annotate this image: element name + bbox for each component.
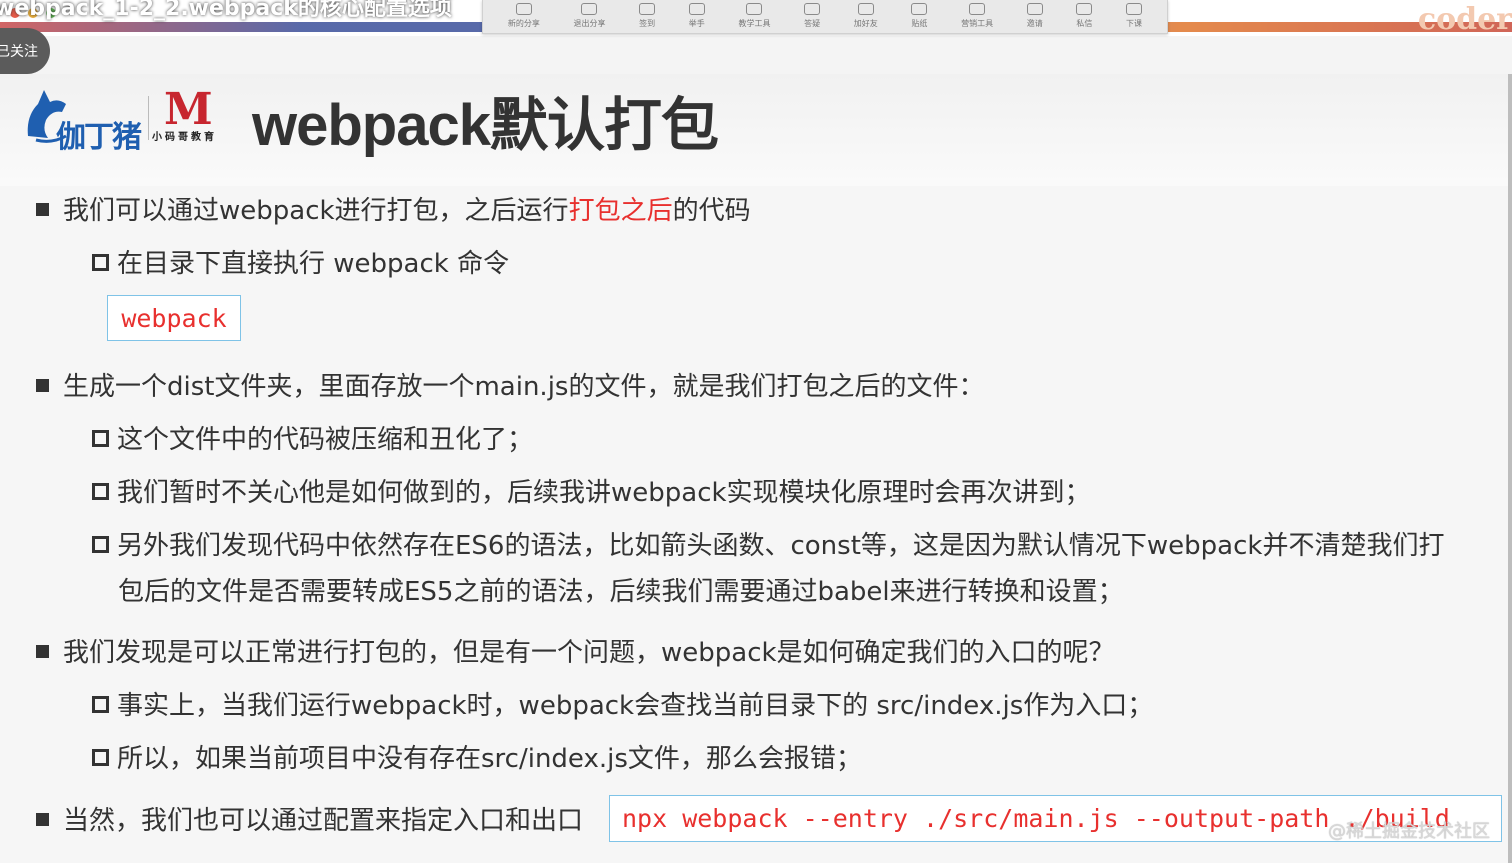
toolbar-item-label: 教学工具	[738, 19, 771, 28]
toolbar-item-label: 贴纸	[911, 19, 928, 28]
bullet-square-icon	[36, 203, 49, 216]
bullet-2: 生成一个dist文件夹，里面存放一个main.js的文件，就是我们打包之后的文件…	[36, 366, 984, 403]
toolbar-item-11[interactable]: 下课	[1126, 3, 1143, 33]
share-screen-icon	[515, 3, 532, 15]
end-class-icon	[1126, 3, 1143, 15]
toolbar-item-label: 退出分享	[573, 19, 606, 28]
toolbar-item-8[interactable]: 营销工具	[961, 3, 993, 33]
bullet-2-sub-1-text: 这个文件中的代码被压缩和丑化了；	[117, 425, 534, 455]
bullet-2-sub-1: 这个文件中的代码被压缩和丑化了；	[92, 419, 533, 456]
bullet-1-sub-1: 在目录下直接执行 webpack 命令	[92, 243, 509, 280]
bullet-3: 我们发现是可以正常进行打包的，但是有一个问题，webpack是如何确定我们的入口…	[36, 632, 1115, 669]
bullet-4-text: 当然，我们也可以通过配置来指定入口和出口	[63, 806, 584, 836]
teaching-tools-icon	[746, 3, 763, 15]
toolbar-item-1[interactable]: 退出分享	[573, 3, 605, 33]
bullet-2-sub-2: 我们暂时不关心他是如何做到的，后续我讲webpack实现模块化原理时会再次讲到；	[92, 472, 1091, 509]
invite-icon	[1026, 3, 1043, 15]
slide-title: webpack默认打包	[252, 93, 719, 158]
checkin-icon	[639, 3, 656, 15]
toolbar-item-3[interactable]: 举手	[688, 3, 705, 33]
toolbar-item-2[interactable]: 签到	[639, 3, 656, 33]
bullet-3-sub-2-text: 所以，如果当前项目中没有存在src/index.js文件，那么会报错；	[117, 744, 862, 774]
toolbar-item-label: 签到	[639, 19, 656, 28]
toolbar-item-7[interactable]: 贴纸	[911, 3, 928, 33]
bullet-2-sub-2-text: 我们暂时不关心他是如何做到的，后续我讲webpack实现模块化原理时会再次讲到；	[117, 478, 1091, 508]
toolbar-item-0[interactable]: 新的分享	[508, 3, 540, 33]
wolf-logo: 伽丁猪	[22, 86, 142, 155]
bullet-2-sub-3: 另外我们发现代码中依然存在ES6的语法，比如箭头函数、const等，这是因为默认…	[92, 525, 1444, 562]
bullet-4: 当然，我们也可以通过配置来指定入口和出口	[36, 800, 583, 837]
bullet-2-text: 生成一个dist文件夹，里面存放一个main.js的文件，就是我们打包之后的文件…	[63, 372, 985, 402]
bullet-square-icon	[36, 813, 49, 826]
bullet-1-text: 我们可以通过webpack进行打包，之后运行	[63, 196, 569, 226]
slide-header: 伽丁猪 M 小码哥教育 webpack默认打包	[0, 74, 1512, 186]
hollow-square-icon	[92, 749, 109, 766]
add-friend-icon	[857, 3, 874, 15]
bullet-3-sub-1-text: 事实上，当我们运行webpack时，webpack会查找当前目录下的 src/i…	[117, 691, 1154, 721]
stop-share-icon	[581, 3, 598, 15]
hollow-square-icon	[92, 254, 109, 271]
brand-watermark: coder	[1417, 2, 1512, 37]
juejin-watermark: @稀土掘金技术社区	[1328, 821, 1490, 842]
toolbar-item-6[interactable]: 加好友	[854, 3, 878, 33]
bullet-2-sub-3-line-2: 包后的文件是否需要转成ES5之前的语法，后续我们需要通过babel来进行转换和设…	[118, 577, 1124, 607]
bullet-3-sub-2: 所以，如果当前项目中没有存在src/index.js文件，那么会报错；	[92, 738, 862, 775]
toolbar-item-label: 新的分享	[507, 19, 540, 28]
toolbar-item-5[interactable]: 答疑	[804, 3, 821, 33]
bullet-3-text: 我们发现是可以正常进行打包的，但是有一个问题，webpack是如何确定我们的入口…	[63, 638, 1115, 668]
code-cli-text: npx webpack --entry ./src/main.js --outp…	[622, 804, 1450, 833]
bullet-1-highlight: 打包之后	[568, 196, 673, 226]
message-icon	[1076, 3, 1093, 15]
raise-hand-icon	[688, 3, 705, 15]
bullet-square-icon	[36, 645, 49, 658]
bullet-2-sub-3-line-1: 另外我们发现代码中依然存在ES6的语法，比如箭头函数、const等，这是因为默认…	[117, 531, 1445, 561]
video-title: webpack_1-2_2.webpack的核心配置选项	[0, 0, 452, 21]
follow-button[interactable]: 已关注	[0, 28, 50, 74]
xiaomage-logo: M 小码哥教育	[152, 84, 230, 144]
logo-divider	[148, 96, 149, 140]
toolbar-item-label: 答疑	[804, 19, 821, 28]
bullet-1-text-end: 的代码	[672, 196, 751, 226]
toolbar-item-label: 加好友	[853, 19, 878, 28]
hollow-square-icon	[92, 483, 109, 500]
slide: 伽丁猪 M 小码哥教育 webpack默认打包 我们可以通过webpack进行打…	[0, 74, 1512, 863]
logo-caption: 小码哥教育	[152, 132, 217, 143]
toolbar-item-label: 举手	[688, 19, 705, 28]
meeting-toolbar: 新的分享 退出分享 签到 举手 教学工具 答疑 加好友 贴纸 营销工具 邀请 私信 下课	[482, 0, 1168, 34]
qa-icon	[804, 3, 821, 15]
bullet-1: 我们可以通过webpack进行打包，之后运行打包之后的代码	[36, 190, 751, 227]
toolbar-item-label: 邀请	[1026, 19, 1043, 28]
toolbar-item-label: 下课	[1126, 19, 1143, 28]
hollow-square-icon	[92, 536, 109, 553]
marketing-tools-icon	[969, 3, 986, 15]
toolbar-item-label: 营销工具	[961, 19, 994, 28]
bullet-square-icon	[36, 379, 49, 392]
toolbar-item-4[interactable]: 教学工具	[738, 3, 770, 33]
logo-brand-text: 伽丁猪	[56, 120, 142, 155]
bullet-3-sub-1: 事实上，当我们运行webpack时，webpack会查找当前目录下的 src/i…	[92, 685, 1153, 722]
right-edge	[1508, 74, 1512, 863]
toolbar-item-label: 私信	[1076, 19, 1093, 28]
hollow-square-icon	[92, 430, 109, 447]
code-block-webpack: webpack	[107, 295, 241, 341]
bullet-1-sub-1-text: 在目录下直接执行 webpack 命令	[117, 249, 510, 279]
follow-label: 已关注	[0, 44, 38, 60]
toolbar-item-9[interactable]: 邀请	[1026, 3, 1043, 33]
sticker-icon	[911, 3, 928, 15]
code-webpack-text: webpack	[121, 303, 227, 333]
toolbar-item-10[interactable]: 私信	[1076, 3, 1093, 33]
hollow-square-icon	[92, 696, 109, 713]
